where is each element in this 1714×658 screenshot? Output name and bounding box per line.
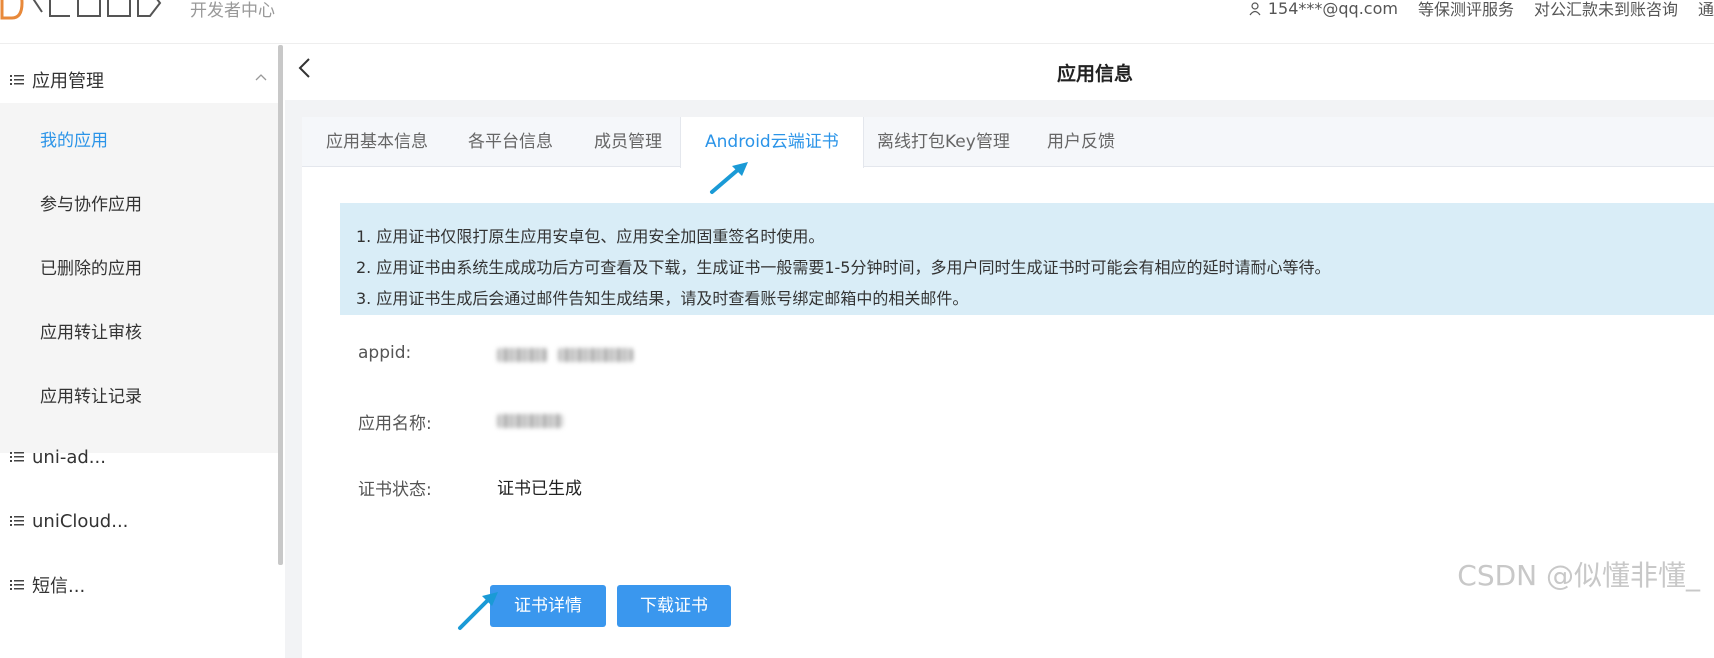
cert-status-label: 证书状态: [358,480,432,500]
sidebar-group-label: uni-ad... [32,446,106,468]
notice-line-3: 3. 应用证书生成后会通过邮件告知生成结果，请及时查看账号绑定邮箱中的相关邮件。 [356,289,969,308]
link-more[interactable]: 通 [1698,0,1714,20]
sidebar-item-my-apps[interactable]: 我的应用 [40,126,108,151]
link-duigong[interactable]: 对公汇款未到账咨询 [1534,0,1678,20]
list-icon [10,452,24,462]
app-name-label: 应用名称: [358,414,432,434]
sidebar-item-deleted-apps[interactable]: 已删除的应用 [40,254,142,279]
tab-members[interactable]: 成员管理 [570,117,686,167]
tab-basic-info[interactable]: 应用基本信息 [302,117,452,167]
page-title: 应用信息 [1056,63,1133,85]
top-header: 开发者中心 154***@qq.com 等保测评服务 对公汇款未到账咨询 通 [0,0,1714,44]
sidebar-item-collab-apps[interactable]: 参与协作应用 [40,190,142,215]
app-name-value-redacted [497,413,563,433]
notice-line-2: 2. 应用证书由系统生成成功后方可查看及下载，生成证书一般需要1-5分钟时间，多… [356,258,1331,277]
download-cert-button[interactable]: 下载证书 [617,585,731,627]
chevron-up-icon [255,74,267,81]
sidebar-item-transfer-review[interactable]: 应用转让审核 [40,318,142,343]
tab-user-feedback[interactable]: 用户反馈 [1023,117,1139,167]
title-bar: 应用信息 [285,45,1714,100]
annotation-arrow-icon [710,162,748,194]
sidebar-item-transfer-records[interactable]: 应用转让记录 [40,382,142,407]
sidebar-group-label: uniCloud... [32,510,129,532]
sidebar-group-unicloud[interactable]: uniCloud... [0,486,280,556]
annotation-arrow-icon [458,592,498,630]
sidebar-scrollbar[interactable] [278,45,283,565]
list-icon [10,580,24,590]
top-links: 154***@qq.com 等保测评服务 对公汇款未到账咨询 通 [1229,0,1714,20]
appid-value-redacted [497,347,634,367]
list-icon [10,516,24,526]
tab-offline-key[interactable]: 离线打包Key管理 [853,117,1034,167]
cert-detail-button[interactable]: 证书详情 [490,585,606,627]
sidebar: 应用管理 我的应用 参与协作应用 已删除的应用 应用转让审核 应用转让记录 un… [0,45,280,658]
tab-platform-info[interactable]: 各平台信息 [444,117,577,167]
watermark: CSDN @似懂非懂_ [1457,559,1700,592]
sidebar-group-sms[interactable]: 短信... [0,550,280,620]
brand-subtitle: 开发者中心 [190,1,275,21]
cert-status-value: 证书已生成 [497,479,582,499]
notice-line-1: 1. 应用证书仅限打原生应用安卓包、应用安全加固重签名时使用。 [356,227,825,246]
link-dengbao[interactable]: 等保测评服务 [1418,0,1514,20]
user-icon [1249,2,1261,16]
dcloud-logo[interactable] [0,0,180,20]
list-icon [10,75,24,85]
notice-box: 1. 应用证书仅限打原生应用安卓包、应用安全加固重签名时使用。 2. 应用证书由… [340,203,1714,315]
tab-bar: 应用基本信息 各平台信息 成员管理 Android云端证书 离线打包Key管理 … [302,117,1714,168]
sidebar-group-label: 短信... [32,576,86,597]
user-email: 154***@qq.com [1267,0,1398,18]
user-account[interactable]: 154***@qq.com [1249,0,1398,18]
appid-label: appid: [358,343,412,363]
sidebar-group-label: 应用管理 [32,71,104,92]
sidebar-group-uni-ad[interactable]: uni-ad... [0,422,280,492]
